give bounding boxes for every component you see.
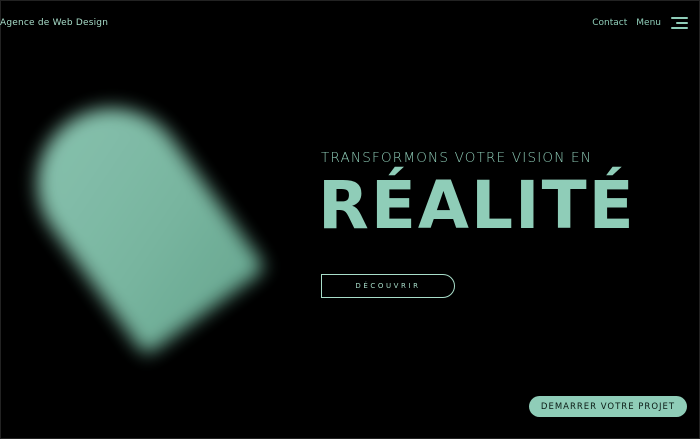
hamburger-line [676, 22, 688, 24]
hamburger-icon[interactable] [671, 17, 688, 29]
hamburger-line [671, 27, 688, 29]
discover-button[interactable]: DÉCOUVRIR [321, 274, 455, 298]
top-nav: Contact Menu [592, 17, 688, 29]
nav-contact-link[interactable]: Contact [592, 18, 627, 28]
hero-subtitle: TRANSFORMONS VOTRE VISION EN [321, 150, 593, 166]
nav-menu-link[interactable]: Menu [636, 18, 661, 28]
brand-name[interactable]: Agence de Web Design [0, 18, 108, 28]
hero-title: RÉALITÉ [318, 167, 636, 244]
hamburger-line [671, 17, 688, 19]
start-project-button[interactable]: DEMARRER VOTRE PROJET [529, 396, 687, 417]
decorative-arch-shape [7, 78, 267, 357]
